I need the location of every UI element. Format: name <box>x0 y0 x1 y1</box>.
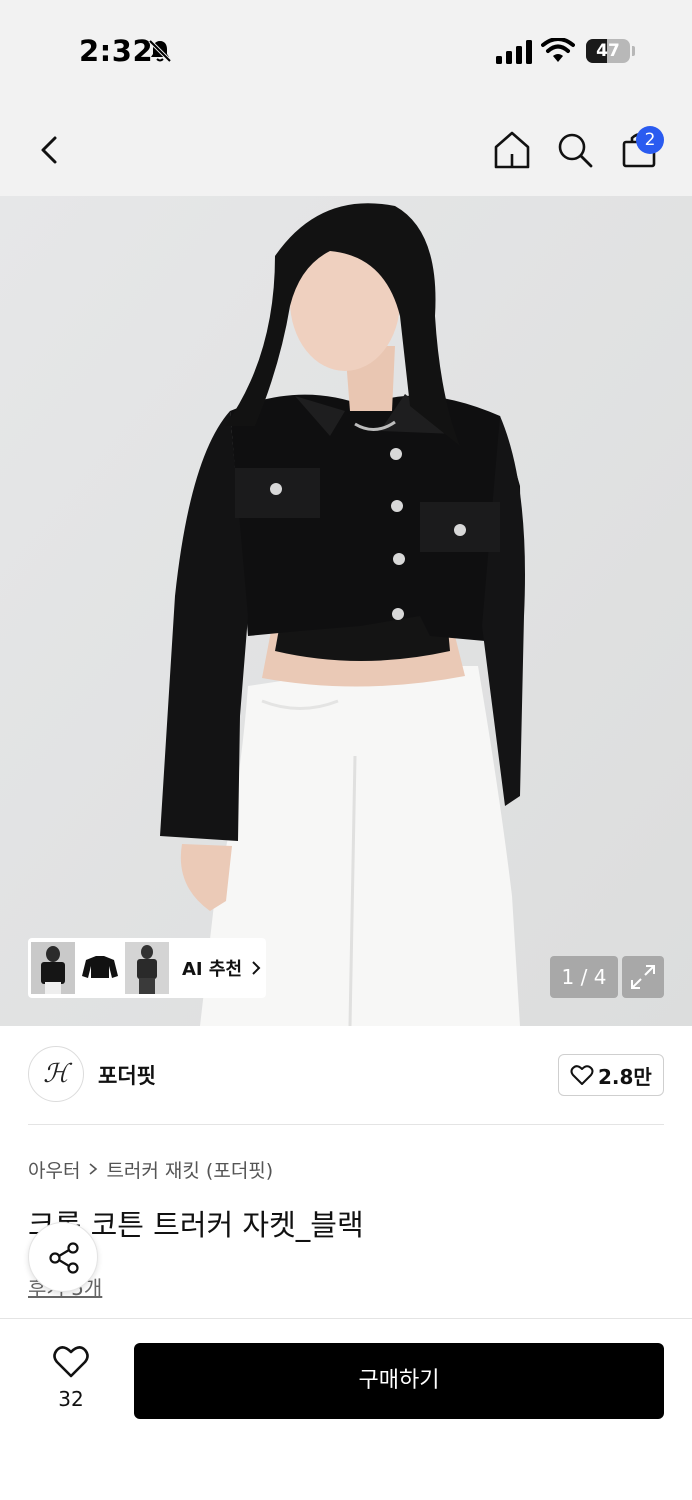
share-button[interactable] <box>28 1222 98 1292</box>
thumb-model-image <box>125 942 169 994</box>
status-bar: 2:32 47 <box>0 0 692 100</box>
battery-tip <box>632 46 635 56</box>
expand-image-button[interactable] <box>622 956 664 998</box>
brand-logo[interactable]: ℋ <box>28 1046 84 1102</box>
divider <box>28 1124 664 1125</box>
image-counter: 1 / 4 <box>550 956 618 998</box>
thumb-jacket-image <box>78 942 122 994</box>
buy-button[interactable]: 구매하기 <box>134 1343 664 1419</box>
brand-like-button[interactable]: 2.8만 <box>558 1054 664 1096</box>
expand-icon <box>631 965 655 989</box>
battery-text: 47 <box>596 41 620 61</box>
bottom-action-bar: 32 구매하기 <box>0 1318 692 1500</box>
wishlist-button[interactable]: 32 <box>36 1345 106 1415</box>
wifi-icon <box>541 38 575 62</box>
wishlist-count: 32 <box>58 1387 84 1411</box>
cart-count-badge: 2 <box>636 126 664 154</box>
chevron-right-icon <box>252 961 261 975</box>
thumb-model-image <box>31 942 75 994</box>
nav-bar <box>0 100 692 196</box>
battery-indicator: 47 <box>586 39 630 63</box>
heart-icon <box>53 1346 89 1378</box>
breadcrumb-category[interactable]: 아우터 <box>28 1156 80 1183</box>
brand-name[interactable]: 포더핏 <box>98 1060 156 1090</box>
breadcrumb: 아우터 트러커 재킷 (포더핏) <box>28 1156 273 1182</box>
back-button[interactable] <box>24 124 76 176</box>
bell-off-icon <box>148 39 172 63</box>
search-button[interactable] <box>549 124 601 176</box>
ai-thumb-1 <box>31 942 75 994</box>
ai-thumb-2 <box>78 942 122 994</box>
ai-recommend-button[interactable]: AI 추천 <box>28 938 266 998</box>
product-page: 2:32 47 2 AI 추천 1 / 4 ℋ 포더핏 2.8만 아우터 트러커… <box>0 0 692 1500</box>
search-icon <box>558 133 593 168</box>
brand-row: ℋ 포더핏 2.8만 <box>0 1026 692 1126</box>
ai-recommend-label: AI 추천 <box>182 959 243 980</box>
home-button[interactable] <box>486 124 538 176</box>
chevron-right-icon <box>89 1163 98 1175</box>
breadcrumb-subcategory[interactable]: 트러커 재킷 (포더핏) <box>106 1156 273 1183</box>
home-icon <box>494 131 530 169</box>
share-icon <box>49 1242 79 1274</box>
product-image-gallery[interactable]: AI 추천 1 / 4 <box>0 196 692 1026</box>
heart-icon <box>570 1065 594 1085</box>
ai-thumb-3 <box>125 942 169 994</box>
status-time: 2:32 <box>79 34 154 68</box>
brand-like-count: 2.8만 <box>598 1064 652 1089</box>
product-photo <box>0 196 692 1026</box>
cellular-signal-icon <box>496 40 532 64</box>
back-arrow-icon <box>41 136 57 164</box>
